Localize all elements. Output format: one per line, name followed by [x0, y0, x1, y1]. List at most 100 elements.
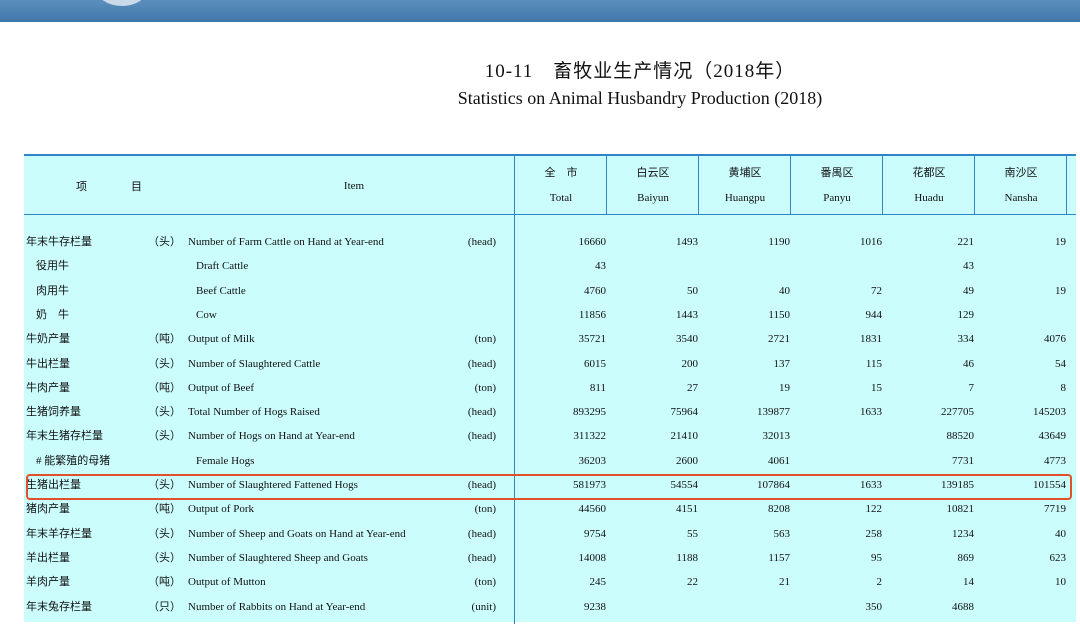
row-unit-en: (head) [467, 357, 496, 370]
table-cell: 1633 [860, 406, 882, 419]
row-label-en: Output of Beef [188, 381, 254, 394]
row-unit-cn: （头） [148, 236, 181, 248]
table-cell: 129 [957, 308, 975, 321]
table-row: 年末兔存栏量 （只） Number of Rabbits on Hand at Ye… [24, 595, 1076, 619]
region-header-cn: 白云区 [636, 167, 670, 179]
table-cell: 2600 [676, 454, 698, 467]
table-cell: 4760 [584, 284, 606, 297]
data-table: 项 目 Item 全 市 Total 白云区 Baiyun 黄埔区 Huangpu 番禺区 P… [24, 154, 1076, 624]
table-cell: 36203 [578, 454, 607, 467]
row-label-en: Cow [196, 308, 217, 321]
table-row: 年末牛存栏量 （头） Number of Farm Cattle on Hand a… [24, 230, 1076, 254]
table-cell: 4061 [768, 454, 790, 467]
row-label-cn: 年末兔存栏量 [26, 600, 92, 613]
row-label-en: Number of Slaughtered Cattle [188, 357, 321, 370]
table-cell: 4151 [676, 503, 698, 516]
table-cell: 19 [779, 381, 790, 394]
table-cell: 40 [1055, 527, 1066, 540]
table-cell: 122 [865, 503, 883, 516]
table-row: 羊肉产量 （吨） Output of Mutton (ton) 245 22 21 2 14 10 [24, 570, 1076, 594]
row-label-en: Number of Hogs on Hand at Year-end [188, 430, 355, 443]
row-label-en: Female Hogs [196, 454, 255, 467]
table-cell: 1157 [768, 551, 790, 564]
column-divider [790, 156, 791, 215]
table-row: 年末羊存栏量 （头） Number of Sheep and Goats on Ha… [24, 522, 1076, 546]
table-cell: 11856 [578, 308, 606, 321]
row-unit-en: (head) [467, 430, 496, 443]
highlight-box [26, 474, 1072, 500]
column-divider [698, 156, 699, 215]
row-unit-en: (ton) [474, 503, 496, 516]
table-cell: 944 [865, 308, 883, 321]
table-cell: 1443 [676, 308, 698, 321]
header-item: Item [343, 180, 365, 192]
table-row: 役用牛 Draft Cattle 43 43 [24, 254, 1076, 278]
row-unit-cn: （头） [148, 551, 181, 564]
table-cell: 623 [1049, 551, 1067, 564]
table-cell: 88520 [946, 430, 975, 443]
row-label-en: Output of Mutton [188, 576, 266, 589]
header-divider [24, 214, 1076, 215]
table-cell: 1188 [676, 551, 698, 564]
table-cell: 43649 [1038, 430, 1067, 443]
table-row: 牛奶产量 （吨） Output of Milk (ton) 35721 3540 2721 1… [24, 327, 1076, 351]
row-unit-en: (ton) [474, 381, 496, 394]
table-cell: 46 [963, 357, 974, 370]
row-unit-cn: （头） [148, 430, 181, 443]
table-cell: 15 [871, 381, 882, 394]
header-xiang: 项 目 [76, 181, 142, 193]
table-cell: 7719 [1044, 503, 1066, 516]
table-cell: 19 [1055, 236, 1066, 248]
table-cell: 50 [687, 284, 698, 297]
row-label-en: Number of Rabbits on Hand at Year-end [188, 600, 366, 613]
row-label-en: Beef Cattle [196, 284, 246, 297]
table-title-cn: 10-11 畜牧业生产情况（2018年） [484, 61, 796, 82]
table-cell: 22 [687, 576, 698, 589]
row-unit-cn: （吨） [148, 503, 181, 516]
row-label-cn: 肉用牛 [36, 284, 69, 297]
table-cell: 221 [957, 236, 975, 248]
table-cell: 75964 [670, 406, 699, 419]
table-row: 羊出栏量 （头） Number of Slaughtered Sheep and G… [24, 546, 1076, 570]
table-row: 猪肉产量 （吨） Output of Pork (ton) 44560 4151 8208 1… [24, 497, 1076, 521]
table-cell: 1831 [860, 333, 882, 346]
table-cell: 4688 [952, 600, 974, 613]
table-title-en: Statistics on Animal Husbandry Productio… [457, 88, 823, 108]
region-header-en: Huangpu [724, 192, 766, 204]
row-unit-cn: （吨） [148, 381, 181, 394]
row-unit-en: (ton) [474, 576, 496, 589]
column-divider [882, 156, 883, 215]
table-row: 牛出栏量 （头） Number of Slaughtered Cattle (head… [24, 352, 1076, 376]
table-row: 年末生猪存栏量 （头） Number of Hogs on Hand at Year… [24, 424, 1076, 448]
table-row: 肉用牛 Beef Cattle 4760 50 40 72 49 19 [24, 279, 1076, 303]
row-unit-cn: （只） [148, 600, 181, 613]
table-cell: 21410 [670, 430, 699, 443]
table-cell: 95 [871, 551, 882, 564]
table-cell: 8208 [768, 503, 790, 516]
table-cell: 145203 [1033, 406, 1066, 419]
region-header-cn: 全 市 [544, 167, 578, 179]
table-cell: 19 [1055, 284, 1066, 297]
row-unit-en: (head) [467, 406, 496, 419]
row-unit-cn: （头） [148, 357, 181, 370]
row-label-cn: 役用牛 [36, 260, 69, 273]
table-cell: 563 [773, 527, 791, 540]
table-cell: 115 [865, 357, 882, 370]
table-cell: 32013 [762, 430, 791, 443]
table-row: # 能繁殖的母猪 Female Hogs 36203 2600 4061 7731 4773 [24, 449, 1076, 473]
table-cell: 9754 [584, 527, 606, 540]
table-cell: 40 [779, 284, 790, 297]
region-header-cn: 南沙区 [1004, 167, 1038, 179]
row-label-cn: 年末生猪存栏量 [26, 430, 103, 443]
table-cell: 43 [595, 260, 606, 273]
table-cell: 55 [687, 527, 698, 540]
table-cell: 6015 [584, 357, 606, 370]
table-cell: 4076 [1044, 333, 1066, 346]
row-label-cn: 羊出栏量 [26, 551, 70, 564]
table-cell: 869 [957, 551, 975, 564]
row-label-cn: 生猪饲养量 [26, 406, 81, 419]
row-label-cn: 奶 牛 [36, 308, 69, 321]
row-label-cn: 猪肉产量 [26, 503, 70, 516]
table-cell: 2721 [768, 333, 790, 346]
region-header-en: Baiyun [637, 192, 669, 204]
